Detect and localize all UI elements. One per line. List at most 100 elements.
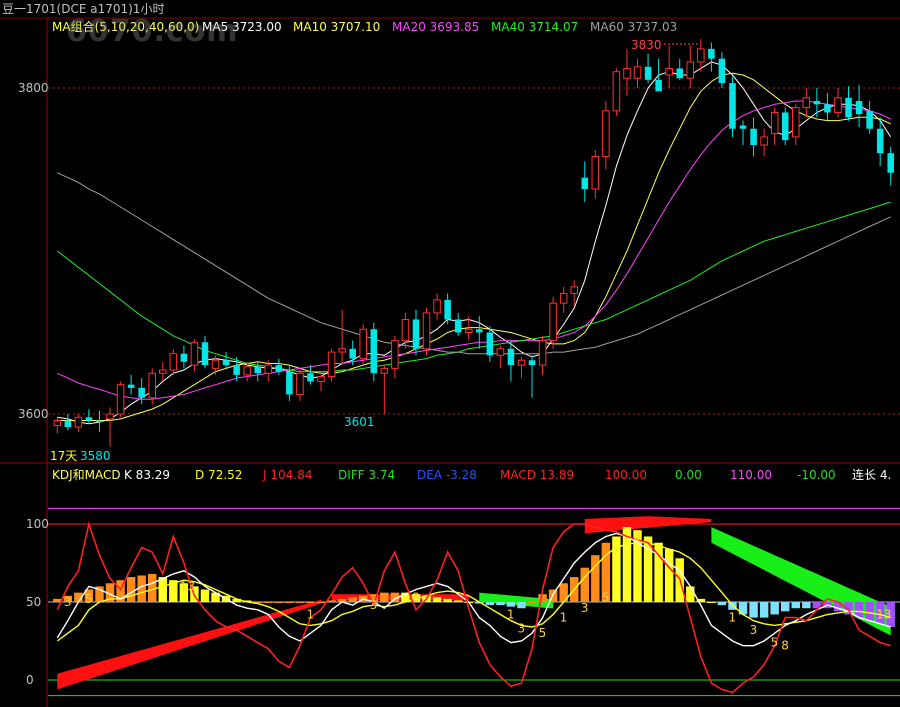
- candle-body: [559, 292, 568, 304]
- macd-bar: [538, 594, 547, 602]
- ma-line-ma10: [57, 72, 891, 421]
- indicator-tick-label: 0: [26, 673, 34, 687]
- candle-body: [813, 101, 821, 105]
- macd-bar: [274, 602, 284, 603]
- candle-body: [422, 312, 431, 350]
- macd-bar: [791, 602, 800, 609]
- macd-count-label: 1: [507, 607, 515, 621]
- candle-body: [718, 58, 726, 84]
- candle-body: [53, 420, 62, 426]
- macd-count-label: 1: [306, 607, 314, 621]
- macd-bar: [517, 602, 526, 609]
- candle-body: [74, 416, 83, 428]
- candle-body: [96, 420, 103, 423]
- candle-body: [834, 97, 842, 113]
- macd-count-label: 1: [560, 611, 568, 625]
- macd-bar: [781, 602, 790, 612]
- candle-body: [697, 48, 705, 63]
- days-label: 17天: [50, 449, 77, 463]
- candle-body: [307, 373, 314, 382]
- candle-body: [866, 110, 873, 129]
- macd-count-label: 13: [876, 607, 891, 621]
- macd-count-label: 1: [728, 611, 736, 625]
- indicator-legend-item: D 72.52: [195, 468, 242, 482]
- candle-body: [538, 340, 547, 366]
- candle-body: [676, 68, 683, 79]
- candle-body: [686, 61, 695, 79]
- macd-bar: [759, 602, 769, 618]
- candle-body: [349, 348, 356, 359]
- chart-canvas: 3800360038303601358017天豆一1701(DCE a1701)…: [0, 2, 900, 707]
- macd-bar: [264, 602, 273, 603]
- macd-count-label: 3: [64, 595, 72, 609]
- macd-bar: [686, 586, 695, 602]
- indicator-name: KDJ和MACD: [52, 468, 121, 482]
- candle-body: [570, 286, 578, 294]
- indicator-legend-item: 100.00: [605, 468, 647, 482]
- macd-bar: [285, 602, 294, 603]
- candle-body: [233, 365, 240, 375]
- candle-body: [855, 101, 863, 115]
- candle-body: [750, 128, 757, 146]
- ma-line-ma5: [57, 61, 892, 425]
- macd-count-label: 8: [412, 590, 420, 604]
- indicator-legend-item: 110.00: [730, 468, 772, 482]
- candle-body: [802, 97, 811, 109]
- macd-count-label: 3: [750, 623, 758, 637]
- candle-body: [296, 372, 304, 395]
- candle-body: [127, 384, 135, 388]
- candle-body: [317, 376, 325, 382]
- candle-body: [391, 340, 399, 369]
- candle-body: [792, 107, 800, 138]
- candle-body: [222, 360, 230, 366]
- candle-body: [507, 348, 515, 366]
- candle-body: [338, 348, 346, 353]
- candle-body: [454, 319, 462, 333]
- macd-bar: [506, 602, 516, 607]
- candle-body: [380, 367, 389, 374]
- macd-bar: [770, 602, 779, 615]
- macd-count-label: 3: [370, 598, 378, 612]
- candle-body: [327, 351, 336, 378]
- candle-body: [180, 353, 188, 362]
- indicator-legend-item: K 83.29: [124, 468, 170, 482]
- candle-body: [201, 342, 209, 366]
- candle-body: [370, 329, 378, 374]
- candle-body: [591, 155, 600, 190]
- candle-body: [517, 359, 526, 366]
- macd-ribbon-red: [584, 516, 712, 534]
- macd-bar: [158, 577, 167, 602]
- indicator-legend-item: MACD 13.89: [500, 468, 574, 482]
- macd-bar: [707, 602, 716, 603]
- candle-body: [770, 111, 779, 135]
- price-tick-label: 3600: [18, 407, 49, 421]
- macd-bar: [496, 602, 505, 606]
- candle-body: [729, 83, 736, 129]
- macd-bar: [802, 602, 811, 609]
- high-label: 3830: [631, 38, 662, 52]
- ma-line-ma60: [57, 172, 891, 355]
- candle-body: [211, 359, 220, 369]
- indicator-legend-item: 0.00: [675, 468, 702, 482]
- macd-count-label: 5: [771, 636, 779, 650]
- indicator-legend-item: J 104.84: [262, 468, 312, 482]
- candle-body: [264, 364, 273, 374]
- macd-count-label: 3: [517, 622, 525, 636]
- candle-body: [549, 302, 557, 342]
- macd-count-label: 5: [539, 626, 547, 640]
- candle-body: [665, 67, 673, 76]
- candle-body: [464, 328, 473, 333]
- candle-body: [623, 67, 631, 79]
- candle-body: [496, 348, 505, 356]
- indicator-legend-item: -10.00: [797, 468, 836, 482]
- candle-body: [85, 417, 93, 421]
- candle-body: [243, 366, 251, 376]
- macd-bar: [126, 577, 136, 602]
- candle-body: [644, 66, 652, 80]
- low-label: 3580: [80, 449, 111, 463]
- candle-body: [845, 97, 852, 118]
- macd-bar: [348, 597, 357, 602]
- candle-body: [286, 371, 293, 395]
- candle-body: [655, 79, 662, 92]
- candle-body: [64, 420, 72, 428]
